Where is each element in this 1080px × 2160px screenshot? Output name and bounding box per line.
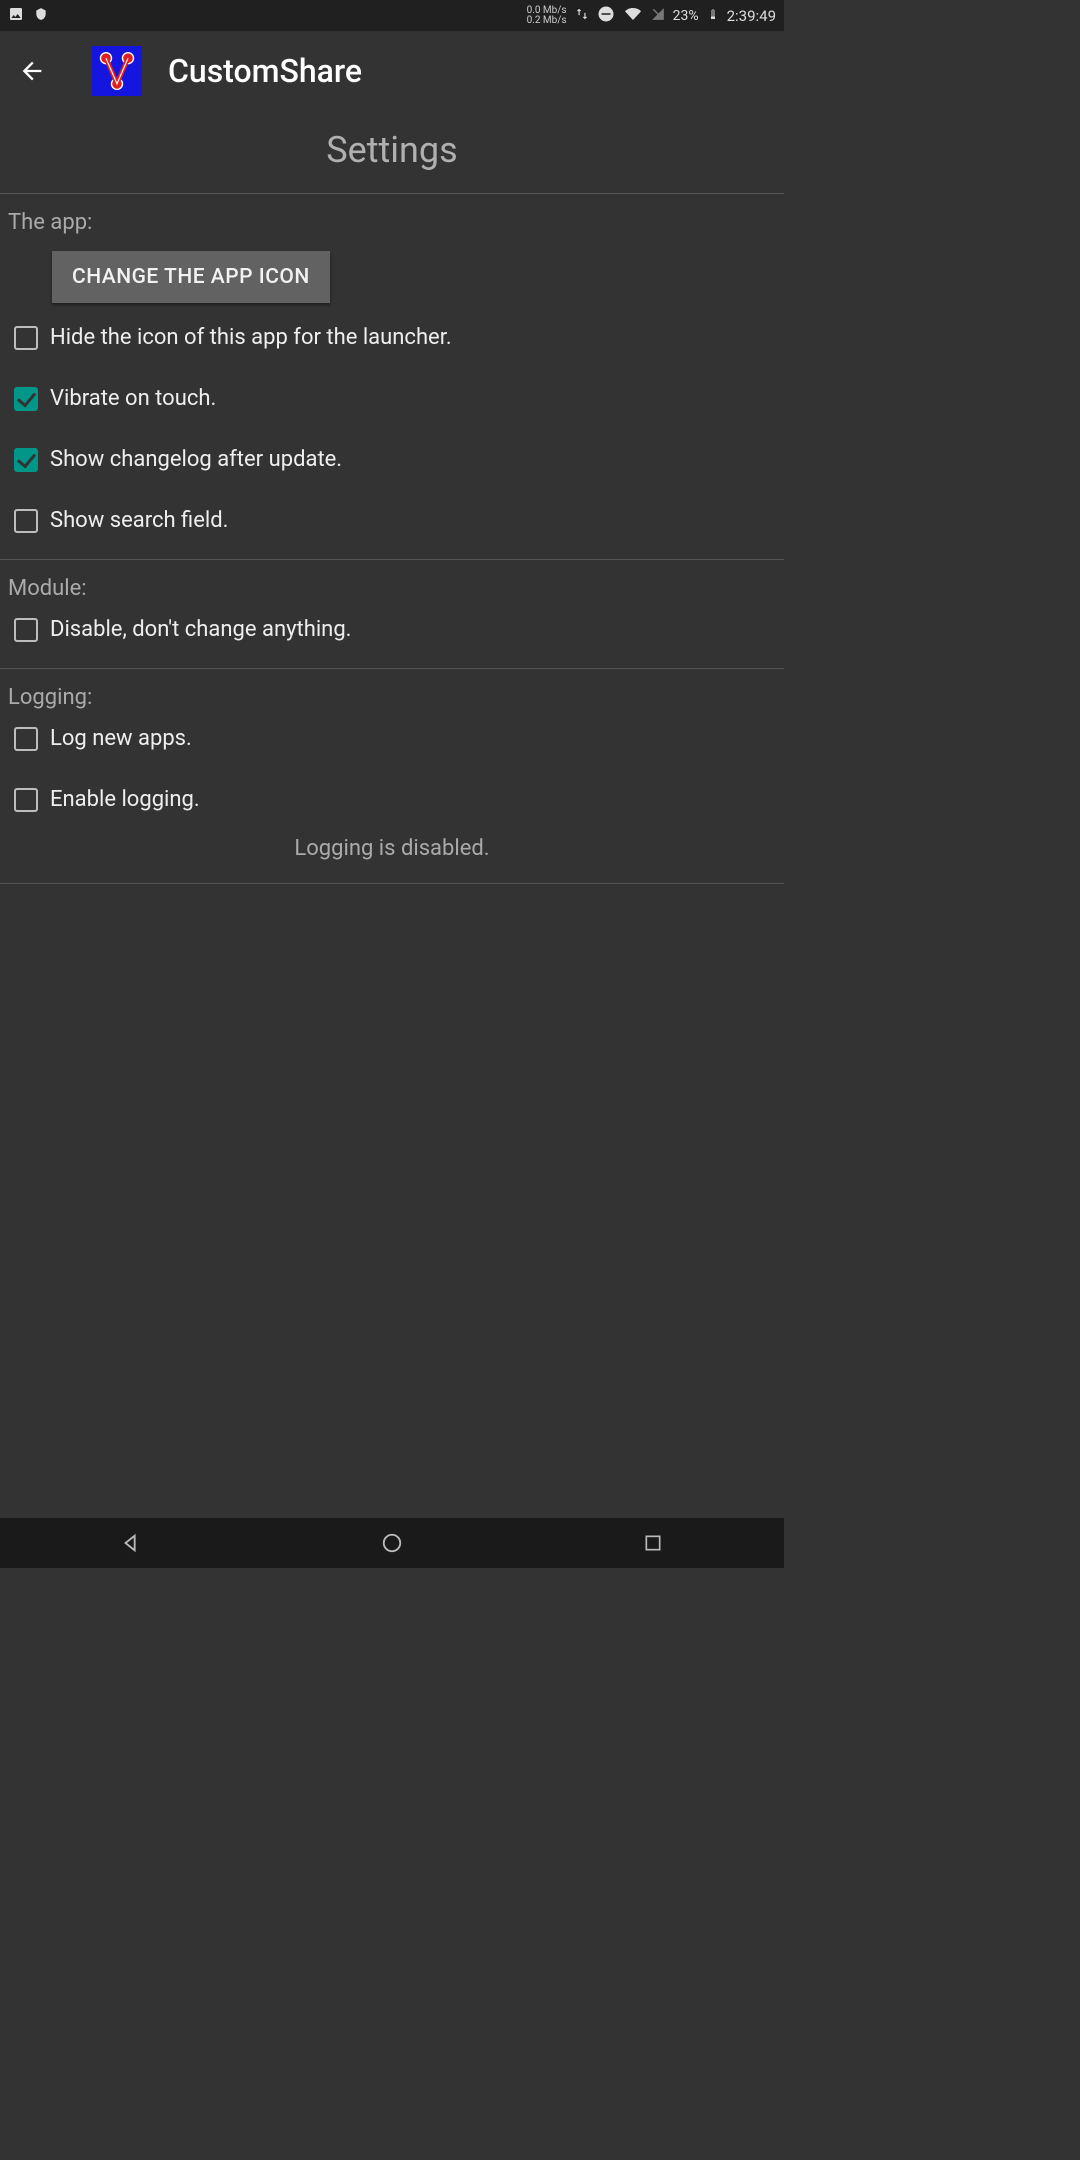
checkbox-disable-module[interactable] <box>14 618 38 642</box>
checkbox-enable-logging[interactable] <box>14 788 38 812</box>
logging-info: Logging is disabled. <box>6 830 778 875</box>
row-changelog[interactable]: Show changelog after update. <box>6 429 778 490</box>
row-hide-icon[interactable]: Hide the icon of this app for the launch… <box>6 307 778 368</box>
checkbox-vibrate[interactable] <box>14 387 38 411</box>
row-vibrate[interactable]: Vibrate on touch. <box>6 368 778 429</box>
network-speed: 0.0 Mb/s 0.2 Mb/s <box>527 6 567 26</box>
back-button[interactable] <box>12 51 52 91</box>
checkbox-search-field[interactable] <box>14 509 38 533</box>
checkbox-hide-icon[interactable] <box>14 326 38 350</box>
label-enable-logging: Enable logging. <box>50 787 200 812</box>
label-hide-icon: Hide the icon of this app for the launch… <box>50 325 452 350</box>
app-bar: CustomShare <box>0 31 784 111</box>
nav-home-button[interactable] <box>377 1528 407 1558</box>
wifi-icon <box>623 6 643 26</box>
row-enable-logging[interactable]: Enable logging. <box>6 769 778 830</box>
battery-icon <box>707 5 719 27</box>
row-disable-module[interactable]: Disable, don't change anything. <box>6 611 778 660</box>
label-log-new: Log new apps. <box>50 726 192 751</box>
nav-back-button[interactable] <box>116 1528 146 1558</box>
change-app-icon-button[interactable]: CHANGE THE APP ICON <box>52 251 330 303</box>
page-title: Settings <box>0 111 784 194</box>
nav-recent-button[interactable] <box>638 1528 668 1558</box>
checkbox-log-new[interactable] <box>14 727 38 751</box>
section-logging: Logging: Log new apps. Enable logging. L… <box>0 669 784 884</box>
section-module: Module: Disable, don't change anything. <box>0 560 784 669</box>
sim-icon <box>651 6 665 26</box>
navigation-bar <box>0 1518 784 1568</box>
section-module-label: Module: <box>6 570 778 611</box>
row-log-new[interactable]: Log new apps. <box>6 720 778 769</box>
status-bar: 0.0 Mb/s 0.2 Mb/s 23% 2:39:49 <box>0 0 784 31</box>
section-app: The app: CHANGE THE APP ICON Hide the ic… <box>0 194 784 560</box>
battery-text: 23% <box>673 8 699 24</box>
checkbox-changelog[interactable] <box>14 448 38 472</box>
arrows-icon <box>575 6 589 26</box>
clock-text: 2:39:49 <box>727 7 776 25</box>
app-icon <box>92 46 142 96</box>
section-app-label: The app: <box>6 204 778 245</box>
label-vibrate: Vibrate on touch. <box>50 386 216 411</box>
label-search-field: Show search field. <box>50 508 228 533</box>
label-disable-module: Disable, don't change anything. <box>50 617 351 642</box>
section-logging-label: Logging: <box>6 679 778 720</box>
label-changelog: Show changelog after update. <box>50 447 342 472</box>
row-search-field[interactable]: Show search field. <box>6 490 778 551</box>
dnd-icon <box>597 5 615 27</box>
shield-icon <box>34 6 48 26</box>
image-icon <box>8 6 24 26</box>
app-title: CustomShare <box>168 52 362 90</box>
